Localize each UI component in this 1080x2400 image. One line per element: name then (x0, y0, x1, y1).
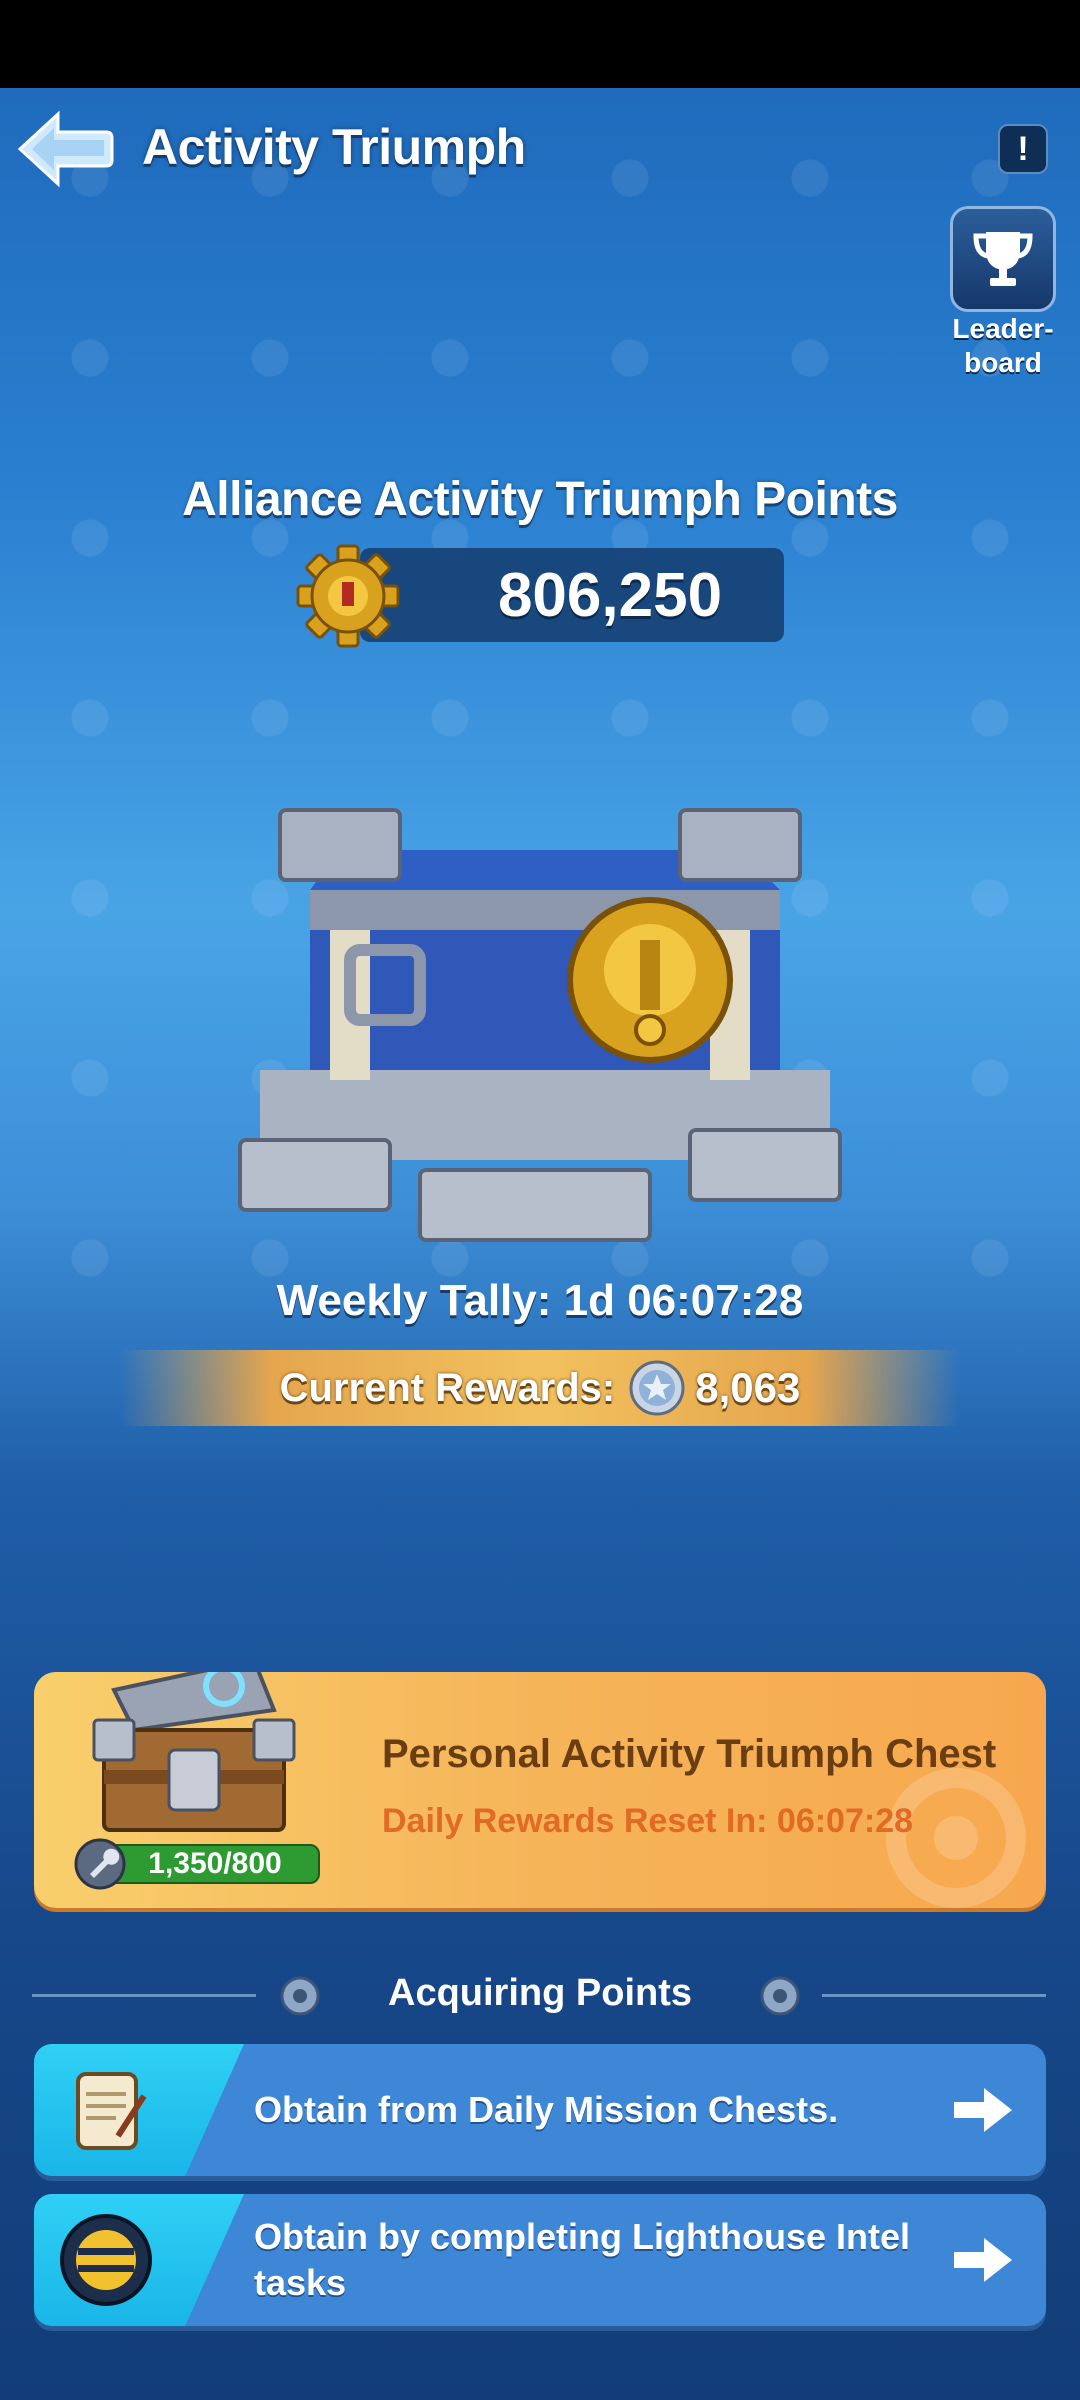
arrow-right-icon (954, 2088, 1012, 2132)
task-text: Obtain from Daily Mission Chests. (254, 2089, 839, 2130)
task-text: Obtain by completing Lighthouse Intel ta… (254, 2216, 910, 2303)
trophy-icon (950, 206, 1056, 312)
info-button[interactable]: ! (998, 124, 1048, 174)
top-bar: Activity Triumph ! (0, 100, 1080, 200)
current-rewards-label: Current Rewards: (279, 1365, 616, 1410)
alliance-chest-image (238, 808, 842, 1242)
page-title: Activity Triumph (142, 119, 526, 175)
lighthouse-intel-icon (60, 2214, 152, 2306)
personal-chest-image (92, 1672, 296, 1832)
acquiring-points-header: Acquiring Points (0, 1960, 1080, 2030)
wrench-coin-icon (74, 1838, 126, 1890)
gear-wrench-icon (296, 544, 400, 648)
weekly-tally: Weekly Tally: 1d 06:07:28 (276, 1276, 804, 1325)
alliance-points-title: Alliance Activity Triumph Points (182, 473, 898, 526)
leaderboard-label: Leader- board (948, 312, 1058, 380)
alliance-points-box: 806,250 (360, 548, 784, 642)
task-daily-mission-chests[interactable]: Obtain from Daily Mission Chests. (34, 2044, 1046, 2176)
leaderboard-label-line1: Leader- (952, 313, 1054, 344)
divider-right (822, 1994, 1046, 1997)
back-button[interactable] (14, 106, 114, 192)
coin-icon (629, 1360, 685, 1416)
daily-reset-timer: Daily Rewards Reset In: 06:07:28 (382, 1802, 914, 1840)
status-bar (0, 0, 1080, 88)
current-rewards-value: 8,063 (695, 1364, 801, 1411)
arrow-right-icon (954, 2238, 1012, 2282)
gear-small-icon-right (760, 1976, 800, 2016)
scroll-icon (76, 2072, 147, 2150)
task-lighthouse-intel[interactable]: Obtain by completing Lighthouse Intel ta… (34, 2194, 1046, 2326)
alliance-points-value: 806,250 (497, 561, 723, 630)
back-arrow-icon (17, 110, 114, 188)
current-rewards-bar: Current Rewards: 8,063 (120, 1350, 960, 1426)
personal-chest-title: Personal Activity Triumph Chest (382, 1732, 997, 1776)
leaderboard-button[interactable]: Leader- board (948, 206, 1058, 378)
personal-chest-card[interactable]: 1,350/800 Personal Activity Triumph Ches… (34, 1672, 1046, 1908)
leaderboard-label-line2: board (964, 347, 1042, 378)
